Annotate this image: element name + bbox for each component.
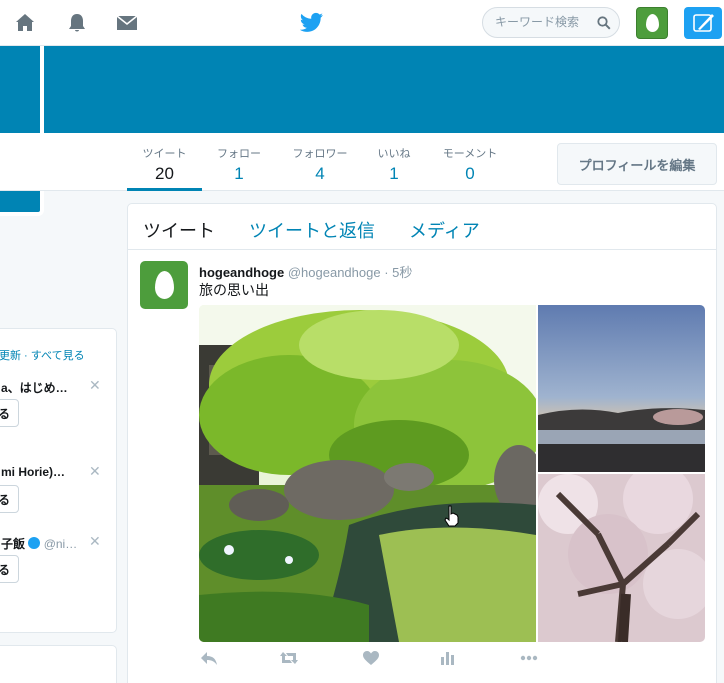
stat-value: 0	[465, 164, 475, 183]
egg-avatar-icon	[646, 14, 659, 32]
envelope-icon[interactable]	[116, 12, 138, 34]
reply-icon[interactable]	[199, 649, 219, 667]
tab-tweets[interactable]: ツイート	[143, 217, 215, 243]
stat-moments[interactable]: モーメント 0	[435, 133, 505, 191]
account-avatar[interactable]	[636, 7, 668, 39]
twitter-bird-icon[interactable]	[300, 12, 324, 34]
suggested-user-name[interactable]: a、はじめ…	[1, 379, 68, 396]
suggested-user-handle: @ni…	[43, 537, 78, 551]
retweet-icon[interactable]	[279, 649, 299, 667]
profile-banner	[0, 46, 724, 133]
search-box[interactable]	[482, 7, 620, 38]
stat-label: フォロー	[217, 148, 261, 160]
bell-icon[interactable]	[66, 12, 88, 34]
stat-label: ツイート	[142, 148, 187, 160]
sunset-river-photo[interactable]	[538, 305, 705, 472]
suggested-user-name[interactable]: mi Horie)…	[1, 465, 65, 479]
dismiss-icon[interactable]: ✕	[89, 533, 101, 550]
profile-timeline: ツイート ツイートと返信 メディア hogeandhoge @hogeandho…	[127, 203, 717, 683]
garden-photo[interactable]	[199, 305, 536, 642]
sidebar-module	[0, 645, 117, 683]
analytics-icon[interactable]	[437, 649, 457, 667]
follow-button[interactable]: る	[0, 555, 19, 583]
edit-profile-button[interactable]: プロフィールを編集	[557, 143, 717, 185]
tweet-actions	[199, 649, 559, 669]
stat-following[interactable]: フォロー 1	[207, 133, 271, 191]
stat-likes[interactable]: いいね 1	[368, 133, 420, 191]
stat-value: 1	[389, 164, 399, 183]
verified-badge-icon	[28, 537, 41, 549]
search-input[interactable]	[495, 15, 595, 29]
suggested-user-name-line[interactable]: 子飯 @ni…	[1, 535, 77, 552]
stat-value: 1	[234, 164, 244, 183]
tweet-header: hogeandhoge @hogeandhoge · 5秒	[199, 262, 412, 281]
tweet-text: 旅の思い出	[199, 282, 269, 298]
profile-nav: ツイート 20 フォロー 1 フォロワー 4 いいね 1 モーメント 0 プロフ…	[0, 133, 724, 191]
dismiss-icon[interactable]: ✕	[89, 463, 101, 480]
dismiss-icon[interactable]: ✕	[89, 377, 101, 394]
more-icon[interactable]	[519, 649, 539, 667]
egg-avatar-icon	[155, 271, 174, 299]
like-icon[interactable]	[361, 649, 381, 667]
search-icon[interactable]	[597, 16, 611, 30]
tweet-timestamp[interactable]: 5秒	[392, 265, 412, 280]
hand-pointer-cursor-icon	[444, 505, 459, 527]
stat-label: モーメント	[442, 148, 498, 160]
refresh-view-all-links[interactable]: 更新 · すべて見る	[0, 347, 85, 363]
stat-label: いいね	[377, 148, 411, 160]
suggested-user-name: 子飯	[1, 537, 26, 551]
compose-tweet-button[interactable]	[684, 7, 722, 39]
home-icon[interactable]	[14, 12, 36, 34]
tweet-media-grid	[199, 305, 705, 642]
stat-followers[interactable]: フォロワー 4	[280, 133, 360, 191]
tweet-avatar[interactable]	[140, 261, 188, 309]
quill-icon	[693, 14, 714, 32]
top-navigation-bar	[0, 0, 724, 46]
tweet-author-handle[interactable]: @hogeandhoge	[288, 265, 381, 280]
tab-media[interactable]: メディア	[409, 217, 480, 243]
stat-value: 4	[315, 164, 325, 183]
tweet-separator: ·	[384, 265, 389, 280]
tweet-author-name[interactable]: hogeandhoge	[199, 265, 284, 280]
who-to-follow-module: 更新 · すべて見る a、はじめ… ✕ る mi Horie)… ✕ る 子飯 …	[0, 328, 117, 633]
stat-label: フォロワー	[292, 148, 348, 160]
stat-tweets[interactable]: ツイート 20	[127, 133, 202, 191]
timeline-tabs: ツイート ツイートと返信 メディア	[128, 204, 716, 250]
follow-button[interactable]: る	[0, 485, 19, 513]
stat-value: 20	[155, 164, 174, 183]
cherry-blossom-photo[interactable]	[538, 474, 705, 642]
tab-tweets-and-replies[interactable]: ツイートと返信	[249, 217, 375, 243]
follow-button[interactable]: る	[0, 399, 19, 427]
